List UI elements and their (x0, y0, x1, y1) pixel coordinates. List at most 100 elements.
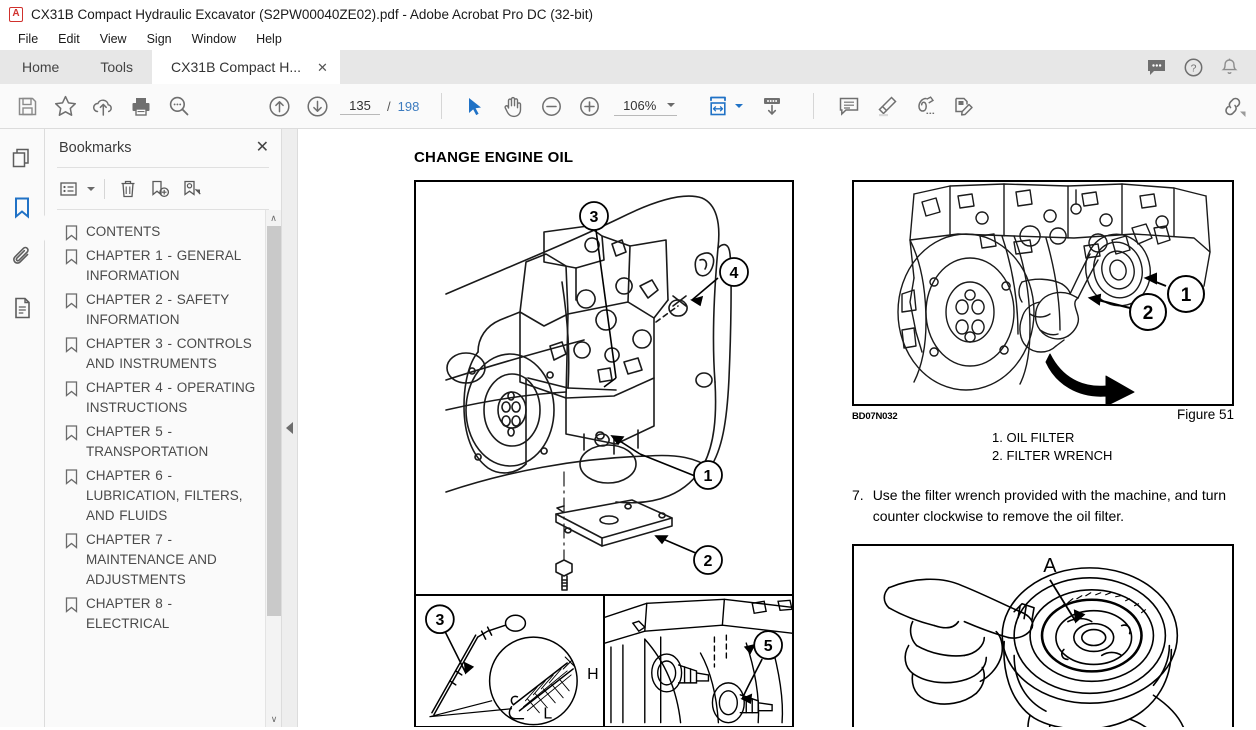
bookmark-icon (65, 469, 78, 485)
help-circle-icon[interactable]: ? (1184, 58, 1203, 77)
star-icon[interactable] (46, 87, 84, 125)
figure-caption: BD07N032 Figure 51 (852, 407, 1234, 422)
list-item[interactable]: CONTENTS (45, 220, 281, 244)
dipstick-figure: H L 3 (416, 596, 603, 726)
collapse-panel-icon[interactable] (286, 422, 293, 434)
app-body: Bookmarks ✕ CONTENTS CHAPTER 1 - GENERAL… (0, 129, 1256, 727)
panel-splitter[interactable] (282, 129, 298, 727)
list-item[interactable]: CHAPTER 4 - OPERATING INSTRUCTIONS (45, 376, 281, 420)
menu-help[interactable]: Help (246, 30, 292, 48)
pdf-page: CHANGE ENGINE OIL 3 4 1 2 H L 3 5 1 2 BD… (298, 129, 1256, 727)
fit-options-chevron-icon[interactable] (735, 104, 744, 108)
delete-bookmark-icon[interactable] (114, 176, 142, 202)
engine-illustration: 3 4 1 2 (445, 195, 749, 591)
print-icon[interactable] (122, 87, 160, 125)
step-number: 7. (852, 487, 864, 503)
legend-item: 2. FILTER WRENCH (992, 448, 1113, 463)
svg-text:5: 5 (764, 638, 773, 655)
zoom-level: 106% (623, 97, 657, 113)
list-item-label: CHAPTER 4 - OPERATING INSTRUCTIONS (86, 380, 256, 415)
page-title: CHANGE ENGINE OIL (414, 149, 574, 166)
list-item[interactable]: CHAPTER 3 - CONTROLS AND INSTRUMENTS (45, 332, 281, 376)
menu-sign[interactable]: Sign (137, 30, 182, 48)
scroll-mode-icon[interactable] (753, 87, 791, 125)
fill-and-sign-icon[interactable] (944, 87, 982, 125)
page-thumbnails-icon[interactable] (7, 143, 37, 173)
sign-icon[interactable] (906, 87, 944, 125)
tab-document[interactable]: CX31B Compact H... ✕ (152, 50, 340, 84)
arrow-down-circle-icon[interactable] (298, 87, 336, 125)
list-item-label: CHAPTER 3 - CONTROLS AND INSTRUMENTS (86, 336, 252, 371)
tab-home[interactable]: Home (0, 50, 82, 84)
list-item[interactable]: CHAPTER 6 - LUBRICATION, FILTERS, AND FL… (45, 464, 281, 528)
menu-file[interactable]: File (8, 30, 48, 48)
new-bookmark-icon[interactable] (146, 176, 174, 202)
list-item-label: CHAPTER 1 - GENERAL INFORMATION (86, 248, 241, 283)
attachments-icon[interactable] (7, 243, 37, 273)
list-item-label: CHAPTER 7 - MAINTENANCE AND ADJUSTMENTS (86, 532, 217, 587)
upload-cloud-icon[interactable] (84, 87, 122, 125)
bookmark-icon (65, 425, 78, 441)
scroll-up-button[interactable]: ∧ (266, 210, 281, 226)
zoom-out-icon[interactable] (532, 87, 570, 125)
document-info-icon[interactable] (7, 293, 37, 323)
menu-window[interactable]: Window (182, 30, 246, 48)
arrow-up-circle-icon[interactable] (260, 87, 298, 125)
close-icon[interactable]: ✕ (313, 59, 332, 76)
bookmarks-icon[interactable] (7, 193, 37, 223)
svg-text:3: 3 (435, 612, 444, 629)
tab-tools[interactable]: Tools (81, 50, 153, 84)
bookmarks-list[interactable]: CONTENTS CHAPTER 1 - GENERAL INFORMATION… (45, 210, 281, 727)
save-icon[interactable] (8, 87, 46, 125)
zoom-in-icon[interactable] (570, 87, 608, 125)
svg-text:1: 1 (1181, 285, 1192, 306)
hand-tool-icon[interactable] (494, 87, 532, 125)
menu-edit[interactable]: Edit (48, 30, 90, 48)
cursor-arrow-icon[interactable] (456, 87, 494, 125)
main-figure: 3 4 1 2 (414, 180, 794, 596)
toolbar-divider-2 (813, 93, 815, 119)
list-item-label: CHAPTER 8 - ELECTRICAL (86, 596, 173, 631)
list-item[interactable]: CHAPTER 7 - MAINTENANCE AND ADJUSTMENTS (45, 528, 281, 592)
right-column: 1 2 BD07N032 Figure 51 1. OIL FILTER 2. … (852, 180, 1234, 727)
navigation-rail (0, 129, 54, 727)
document-viewer[interactable]: CHANGE ENGINE OIL 3 4 1 2 H L 3 5 1 2 BD… (298, 129, 1256, 727)
highlight-icon[interactable] (868, 87, 906, 125)
step-paragraph: 7. Use the filter wrench provided with t… (852, 485, 1234, 527)
page-navigation: / 198 (340, 97, 420, 115)
close-icon[interactable]: ✕ (256, 140, 269, 156)
scrollbar-thumb[interactable] (267, 226, 281, 616)
menu-view[interactable]: View (90, 30, 137, 48)
search-zoom-icon[interactable] (160, 87, 198, 125)
list-item[interactable]: CHAPTER 1 - GENERAL INFORMATION (45, 244, 281, 288)
bell-icon[interactable] (1221, 58, 1238, 77)
bookmarks-scrollbar[interactable]: ∧ ∨ (265, 210, 281, 727)
chevron-down-icon[interactable] (87, 186, 95, 191)
zoom-control[interactable]: 106% (614, 97, 678, 116)
divider (104, 178, 105, 199)
page-total: 198 (397, 98, 420, 114)
comment-icon[interactable] (830, 87, 868, 125)
list-item[interactable]: CHAPTER 2 - SAFETY INFORMATION (45, 288, 281, 332)
figure-legend: 1. OIL FILTER 2. FILTER WRENCH (852, 429, 1234, 465)
sub-figures: H L 3 5 (414, 596, 794, 727)
svg-text:1: 1 (704, 468, 713, 485)
comment-bubble-icon[interactable] (1147, 59, 1166, 76)
list-item[interactable]: CHAPTER 8 - ELECTRICAL (45, 592, 281, 636)
drain-valve-illustration: 5 (605, 598, 792, 724)
bookmark-options-icon[interactable] (55, 176, 83, 202)
chevron-down-icon[interactable] (667, 103, 676, 107)
bookmark-icon (65, 533, 78, 549)
fit-page-width-icon[interactable] (699, 87, 737, 125)
svg-text:H: H (587, 666, 599, 683)
bookmark-icon (65, 249, 78, 265)
figure-code: BD07N032 (852, 411, 898, 422)
tab-document-label: CX31B Compact H... (171, 59, 301, 75)
find-bookmark-icon[interactable] (178, 176, 206, 202)
bookmarks-toolbar (45, 168, 281, 209)
share-link-icon[interactable] (1214, 87, 1252, 125)
page-number-input[interactable] (340, 97, 380, 115)
menu-bar: File Edit View Sign Window Help (0, 28, 1256, 50)
list-item[interactable]: CHAPTER 5 - TRANSPORTATION (45, 420, 281, 464)
scroll-down-button[interactable]: ∨ (266, 711, 281, 727)
